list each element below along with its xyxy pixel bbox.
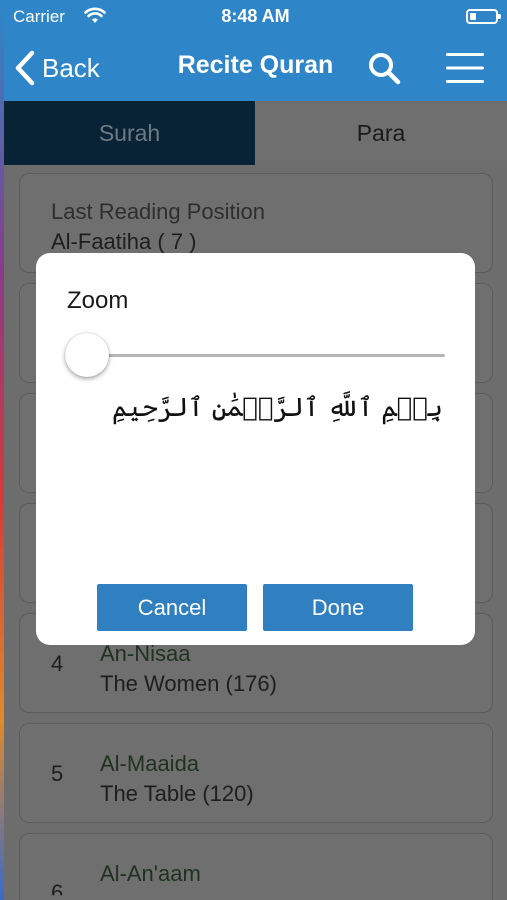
segment-tabs: Surah Para: [4, 101, 507, 165]
nav-bar: Back Recite Quran: [4, 34, 507, 101]
list-item[interactable]: 6 Al-An'aam: [19, 833, 493, 900]
zoom-slider-thumb[interactable]: [65, 333, 109, 377]
tab-para[interactable]: Para: [255, 101, 507, 165]
last-reading-value: Al-Faatiha ( 7 ): [51, 229, 197, 254]
last-reading-title: Last Reading Position: [51, 199, 266, 224]
surah-name: Al-Maaida: [100, 751, 200, 776]
battery-icon: [466, 9, 501, 24]
surah-meaning: The Women (176): [100, 671, 277, 696]
back-label: Back: [42, 52, 100, 83]
back-button[interactable]: Back: [14, 48, 100, 88]
search-icon[interactable]: [364, 48, 404, 88]
menu-icon[interactable]: [442, 48, 488, 88]
cancel-button[interactable]: Cancel: [97, 584, 247, 631]
tab-surah[interactable]: Surah: [4, 101, 255, 165]
chevron-left-icon: [15, 50, 35, 86]
app-screen: Carrier 8:48 AM Back Recite Quran Surah …: [4, 0, 507, 900]
top-bar: Carrier 8:48 AM Back Recite Quran: [4, 0, 507, 101]
surah-name: Al-An'aam: [100, 861, 201, 886]
zoom-preview-text: بِسۡمِ ٱللَّهِ ٱلرَّحۡمَٰنِ ٱلرَّحِيمِ: [112, 393, 443, 423]
status-time: 8:48 AM: [221, 6, 290, 26]
dialog-title: Zoom: [67, 287, 129, 314]
zoom-slider-track[interactable]: [88, 354, 445, 357]
surah-number: 5: [51, 761, 64, 786]
surah-number: 6: [51, 880, 64, 900]
status-bar: Carrier 8:48 AM: [4, 0, 507, 34]
surah-meaning: The Table (120): [100, 781, 254, 806]
done-button[interactable]: Done: [263, 584, 413, 631]
list-item[interactable]: 5 Al-Maaida The Table (120): [19, 723, 493, 823]
zoom-dialog: Zoom بِسۡمِ ٱللَّهِ ٱلرَّحۡمَٰنِ ٱلرَّحِ…: [36, 253, 475, 645]
